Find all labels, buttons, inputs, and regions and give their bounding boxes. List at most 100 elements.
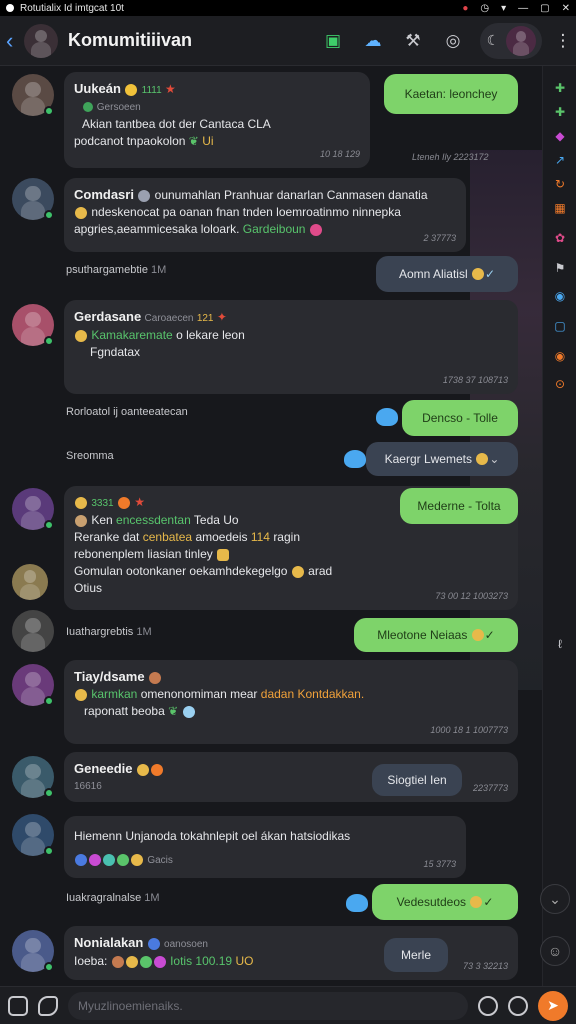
emoji-icon (117, 496, 130, 509)
emoji-panel-button[interactable]: ☺ (540, 936, 570, 966)
cloud-icon[interactable]: ☁ (360, 28, 386, 54)
message-text: Hiemenn Unjanoda tokahnlepit oel ákan ha… (74, 829, 351, 843)
tool-icon-11[interactable]: ◉ (552, 348, 568, 364)
emoji-icon (131, 853, 143, 866)
outgoing-message[interactable]: Aomn Aliatisl ✓ (376, 256, 518, 292)
emoji-icon (103, 853, 115, 866)
message-bubble[interactable]: Comdasri ounumahlan Pranhuar danarlan Ca… (64, 178, 466, 252)
outgoing-message[interactable]: Merle (384, 938, 448, 972)
timestamp: 1738 37 108713 (442, 375, 508, 385)
tool-icon-12[interactable]: ⊙ (552, 376, 568, 392)
tool-icon-6[interactable]: ▦ (552, 200, 568, 216)
emoji-icon (117, 853, 129, 866)
tool-icon-7[interactable]: ✿ (552, 230, 568, 246)
chat-title: Komumitiiivan (68, 30, 193, 50)
status-dot-icon (6, 4, 14, 12)
outgoing-text: Aomn Aliatisl (398, 267, 468, 281)
highlight-text: cenbatea (142, 530, 193, 544)
message-feed: Uukeán 1111 ★ Gersoeen Akian tantbea dot… (0, 66, 542, 986)
outgoing-message[interactable]: Mederne - Tolta (400, 488, 518, 524)
message-text: omenonomiman mear (140, 687, 258, 701)
timestamp: 2 37773 (423, 233, 456, 243)
status-text: Rotutialix Id imtgcat 10t (20, 2, 124, 14)
droplet-icon (376, 408, 398, 426)
message-text: raponatt beoba (84, 704, 165, 718)
chat-header: ‹ Komumitiiivan ▣ ☁ ⚒ ◎ ☾ ⋮ (0, 16, 576, 66)
tool-icon-9[interactable]: ◉ (552, 288, 568, 304)
message-input[interactable]: Myuzlinoemienaiks. (68, 991, 468, 1020)
wifi-icon: ▾ (501, 2, 507, 14)
message-bubble[interactable]: Tiay/dsame karmkan omenonomiman mear dad… (64, 660, 518, 744)
message-text: apgries,aeammicesaka loloark. (74, 222, 240, 236)
message-bubble[interactable]: Gerdasane Caroaecen 121 ✦ Kamakaremate o… (64, 300, 518, 394)
system-notice: Iuakragralnalse 1M (66, 892, 160, 904)
settings-icon[interactable]: ◎ (440, 28, 466, 54)
sender-meta: oanosoen (164, 939, 208, 950)
voice-icon[interactable] (508, 995, 528, 1016)
minimize-icon[interactable]: — (518, 3, 528, 14)
message-text: arad (308, 564, 333, 578)
system-text: Iuathargrebtis (66, 626, 134, 638)
window-icon[interactable]: ▢ (540, 3, 549, 14)
outgoing-text: Vedesutdeos (396, 895, 466, 909)
highlight-text: Gardeiboun (242, 222, 306, 236)
star-icon: ✦ (216, 310, 227, 324)
timestamp: 73 3 32213 (462, 961, 508, 971)
tool-icon-13[interactable]: ℓ (552, 636, 568, 652)
tool-icon-10[interactable]: ▢ (552, 318, 568, 334)
outgoing-message[interactable]: Dencso - Tolle (402, 400, 518, 436)
emoji-icon (136, 763, 149, 776)
send-icon[interactable]: ➤ (538, 990, 568, 1021)
emoji-icon (138, 189, 151, 202)
emoji-icon (150, 763, 163, 776)
sender-name: Uukeán (74, 81, 121, 96)
tool-icon-4[interactable]: ↗ (552, 152, 568, 168)
avatar[interactable] (12, 610, 54, 652)
wrench-icon[interactable]: ⚒ (400, 28, 426, 54)
sender-name: Geneedie (74, 761, 133, 776)
attach-icon[interactable] (8, 995, 28, 1016)
emoji-icon (182, 705, 195, 718)
sticker-icon[interactable] (38, 995, 58, 1016)
online-indicator (44, 520, 54, 530)
message-bubble[interactable]: Uukeán 1111 ★ Gersoeen Akian tantbea dot… (64, 72, 370, 168)
scroll-down-button[interactable]: ⌄ (540, 884, 570, 914)
online-indicator (44, 788, 54, 798)
emoji-icon[interactable] (478, 995, 498, 1016)
tool-icon-5[interactable]: ↻ (552, 176, 568, 192)
outgoing-message[interactable]: Kaetan: leonchey (384, 74, 518, 114)
outgoing-message[interactable]: Vedesutdeos ✓ (372, 884, 518, 920)
outgoing-message[interactable]: Mleotone Neiaas ✓ (354, 618, 518, 652)
profile-toggle[interactable]: ☾ (480, 22, 542, 59)
more-icon[interactable]: ⋮ (555, 28, 572, 54)
level-badge: 1111 (141, 85, 162, 96)
highlight-text: Iotis 100.19 (170, 954, 233, 968)
message-text: podcanot tnpaokolon (74, 134, 186, 148)
tool-icon-2[interactable]: ✚ (552, 104, 568, 120)
online-indicator (44, 106, 54, 116)
chat-screen-icon[interactable]: ▣ (320, 28, 346, 54)
smile-emoji-icon (75, 688, 87, 701)
tool-icon-3[interactable]: ◆ (552, 128, 568, 144)
group-avatar[interactable] (24, 23, 58, 58)
tool-icon-8[interactable]: ⚑ (552, 260, 568, 276)
outgoing-text: Kaergr Lwemets (384, 452, 472, 466)
timestamp: Lteneh Ily 2223172 (412, 152, 489, 162)
droplet-icon (344, 450, 366, 468)
sender-meta: Caroaecen (144, 313, 194, 324)
outgoing-message[interactable]: Siogtiel Ien (372, 764, 462, 796)
message-bubble[interactable]: Hiemenn Unjanoda tokahnlepit oel ákan ha… (64, 816, 466, 878)
outgoing-message[interactable]: Kaergr Lwemets ⌄ (366, 442, 518, 476)
sender-name: Gerdasane (74, 309, 142, 324)
message-bubble[interactable]: Nonialakan oanosoen Ioeba: Iotis 100.19 … (64, 926, 518, 980)
level-badge: 3331 (91, 498, 114, 509)
highlight-text: encessdentan (116, 513, 191, 527)
system-notice: psuthargamebtie 1M (66, 264, 166, 276)
tool-icon-1[interactable]: ✚ (552, 80, 568, 96)
timestamp: 1000 18 1 1007773 (430, 725, 508, 735)
system-notice: Iuathargrebtis 1M (66, 626, 152, 638)
message-text: amoedeis (195, 530, 248, 544)
avatar[interactable] (12, 564, 48, 600)
back-icon[interactable]: ‹ (6, 28, 20, 54)
close-icon[interactable]: ✕ (562, 3, 570, 14)
